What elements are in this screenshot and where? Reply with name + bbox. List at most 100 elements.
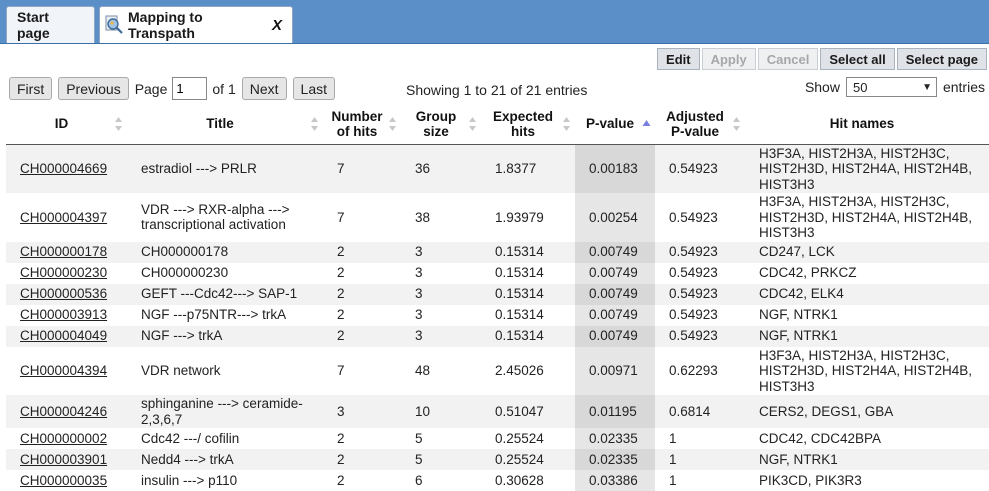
column-header-title[interactable]: Title <box>127 104 323 145</box>
pvalue-cell: 0.00971 <box>575 346 655 395</box>
cancel-button[interactable]: Cancel <box>757 48 819 70</box>
expected-hits-cell: 2.45026 <box>481 346 575 395</box>
column-header-hit-names[interactable]: Hit names <box>745 104 989 145</box>
title-cell: NGF ---p75NTR---> trkA <box>127 304 323 326</box>
pvalue-cell-text: 0.00254 <box>589 209 638 225</box>
pvalue-cell-text: 0.00183 <box>589 161 638 176</box>
dropdown-arrow-icon: ▼ <box>922 81 932 93</box>
title-cell: Cdc42 ---/ cofilin <box>127 428 323 449</box>
group-size-cell: 5 <box>401 428 481 449</box>
expected-hits-cell-text: 0.25524 <box>495 430 544 446</box>
column-header-adjusted-pvalue[interactable]: Adjusted P-value <box>655 104 745 145</box>
group-size-cell-text: 5 <box>415 451 423 467</box>
column-header-expected[interactable]: Expected hits <box>481 104 575 145</box>
pathway-link[interactable]: CH000000178 <box>20 244 107 259</box>
group-size-cell: 6 <box>401 470 481 491</box>
adjusted-pvalue-cell-text: 0.54923 <box>669 307 718 323</box>
adjusted-pvalue-cell: 0.6814 <box>655 395 745 428</box>
column-header-hits[interactable]: Number of hits <box>323 104 401 145</box>
pathway-link[interactable]: CH000003913 <box>20 307 107 322</box>
table-row[interactable]: CH000000002 Cdc42 ---/ cofilin 2 5 0.25524 0.… <box>6 428 989 449</box>
expected-hits-cell-text: 0.15314 <box>495 286 544 302</box>
table-row[interactable]: CH000003913 NGF ---p75NTR---> trkA 2 3 0.153… <box>6 304 989 326</box>
apply-button[interactable]: Apply <box>701 48 756 70</box>
pvalue-cell: 0.00749 <box>575 283 655 305</box>
column-header-group-size[interactable]: Group size <box>401 104 481 145</box>
previous-page-button[interactable]: Previous <box>58 77 129 100</box>
title-cell-text: VDR network <box>141 363 221 378</box>
last-page-button[interactable]: Last <box>292 77 336 100</box>
pvalue-cell-text: 0.00749 <box>589 244 638 260</box>
page-number-input[interactable] <box>172 77 208 100</box>
pathway-link[interactable]: CH000000230 <box>20 265 107 280</box>
adjusted-pvalue-cell: 0.54923 <box>655 144 745 193</box>
pagination: First Previous Page of 1 Next Last <box>9 77 341 100</box>
pathway-link[interactable]: CH000000002 <box>20 431 107 446</box>
table-row[interactable]: CH000000035 insulin ---> p110 2 6 0.30628 0.0… <box>6 470 989 491</box>
group-size-cell: 3 <box>401 304 481 326</box>
pathway-link[interactable]: CH000004394 <box>20 363 107 378</box>
next-page-button[interactable]: Next <box>241 77 287 100</box>
column-header-pvalue[interactable]: P-value <box>575 104 655 145</box>
id-cell: CH000000035 <box>6 470 127 491</box>
adjusted-pvalue-cell-text: 0.6814 <box>669 403 711 419</box>
hit-names-cell-text: H3F3A, HIST2H3A, HIST2H3C, HIST2H3D, HIS… <box>759 347 973 394</box>
hits-cell: 3 <box>323 395 401 428</box>
select-page-button[interactable]: Select page <box>896 48 987 70</box>
group-size-cell: 36 <box>401 144 481 193</box>
adjusted-pvalue-cell: 0.54923 <box>655 325 745 347</box>
hit-names-cell: CDC42, PRKCZ <box>745 262 989 284</box>
first-page-button[interactable]: First <box>9 77 53 100</box>
title-cell: Nedd4 ---> trkA <box>127 449 323 470</box>
close-tab-icon[interactable]: X <box>272 17 282 34</box>
hit-names-cell-text: CDC42, ELK4 <box>759 286 844 302</box>
page-length-select[interactable]: 50 ▼ <box>845 77 937 97</box>
id-cell: CH000000536 <box>6 283 127 305</box>
pathway-link[interactable]: CH000004397 <box>20 210 107 225</box>
table-row[interactable]: CH000004246 sphinganine ---> ceramide-2,3… <box>6 395 989 428</box>
pathway-link[interactable]: CH000004669 <box>20 161 107 176</box>
tab-start-page-label: Start page <box>17 9 50 41</box>
title-cell-text: Cdc42 ---/ cofilin <box>141 430 240 446</box>
table-row[interactable]: CH000000230 CH000000230 2 3 0.15314 0.00749 0.… <box>6 262 989 284</box>
expected-hits-cell-text: 1.93979 <box>495 209 544 225</box>
table-row[interactable]: CH000004669 estradiol ---> PRLR 7 36 1.8377 0… <box>6 144 989 193</box>
table-row[interactable]: CH000003901 Nedd4 ---> trkA 2 5 0.25524 0.023… <box>6 449 989 470</box>
hits-cell-text: 2 <box>337 451 345 467</box>
pathway-link[interactable]: CH000000536 <box>20 286 107 301</box>
table-row[interactable]: CH000004397 VDR ---> RXR-alpha ---> trans… <box>6 193 989 242</box>
id-cell: CH000004394 <box>6 346 127 395</box>
select-all-button[interactable]: Select all <box>820 48 895 70</box>
pathway-link[interactable]: CH000004049 <box>20 328 107 343</box>
hit-names-cell: CD247, LCK <box>745 241 989 263</box>
pathway-link[interactable]: CH000000035 <box>20 473 107 488</box>
hits-cell: 2 <box>323 283 401 305</box>
pathway-link[interactable]: CH000003901 <box>20 452 107 467</box>
hits-cell-text: 3 <box>337 403 345 419</box>
adjusted-pvalue-cell: 0.54923 <box>655 241 745 263</box>
table-row[interactable]: CH000000178 CH000000178 2 3 0.15314 0.00749 0.… <box>6 241 989 263</box>
sort-icon <box>388 115 397 133</box>
hits-cell-text: 2 <box>337 328 345 344</box>
edit-button[interactable]: Edit <box>657 48 700 70</box>
title-cell: insulin ---> p110 <box>127 470 323 491</box>
column-header-id[interactable]: ID <box>6 104 127 145</box>
hits-cell: 2 <box>323 428 401 449</box>
tab-mapping-to-transpath[interactable]: Mapping to Transpath X <box>99 6 293 43</box>
expected-hits-cell: 0.30628 <box>481 470 575 491</box>
title-cell: estradiol ---> PRLR <box>127 144 323 193</box>
table-row[interactable]: CH000000536 GEFT ---Cdc42---> SAP-1 2 3 0.15… <box>6 283 989 305</box>
hit-names-cell: H3F3A, HIST2H3A, HIST2H3C, HIST2H3D, HIS… <box>745 144 989 193</box>
entries-info: Showing 1 to 21 of 21 entries <box>406 82 588 98</box>
hits-cell-text: 2 <box>337 244 345 260</box>
id-cell: CH000000002 <box>6 428 127 449</box>
table-row[interactable]: CH000004049 NGF ---> trkA 2 3 0.15314 0.00749… <box>6 325 989 347</box>
pvalue-cell: 0.02335 <box>575 428 655 449</box>
pathway-link[interactable]: CH000004246 <box>20 404 107 419</box>
title-cell: VDR network <box>127 346 323 395</box>
table-row[interactable]: CH000004394 VDR network 7 48 2.45026 0.00971 0… <box>6 346 989 395</box>
hits-cell-text: 2 <box>337 307 345 323</box>
tab-start-page[interactable]: Start page <box>6 6 95 43</box>
hit-names-cell: CERS2, DEGS1, GBA <box>745 395 989 428</box>
pvalue-cell-text: 0.00971 <box>589 363 638 378</box>
